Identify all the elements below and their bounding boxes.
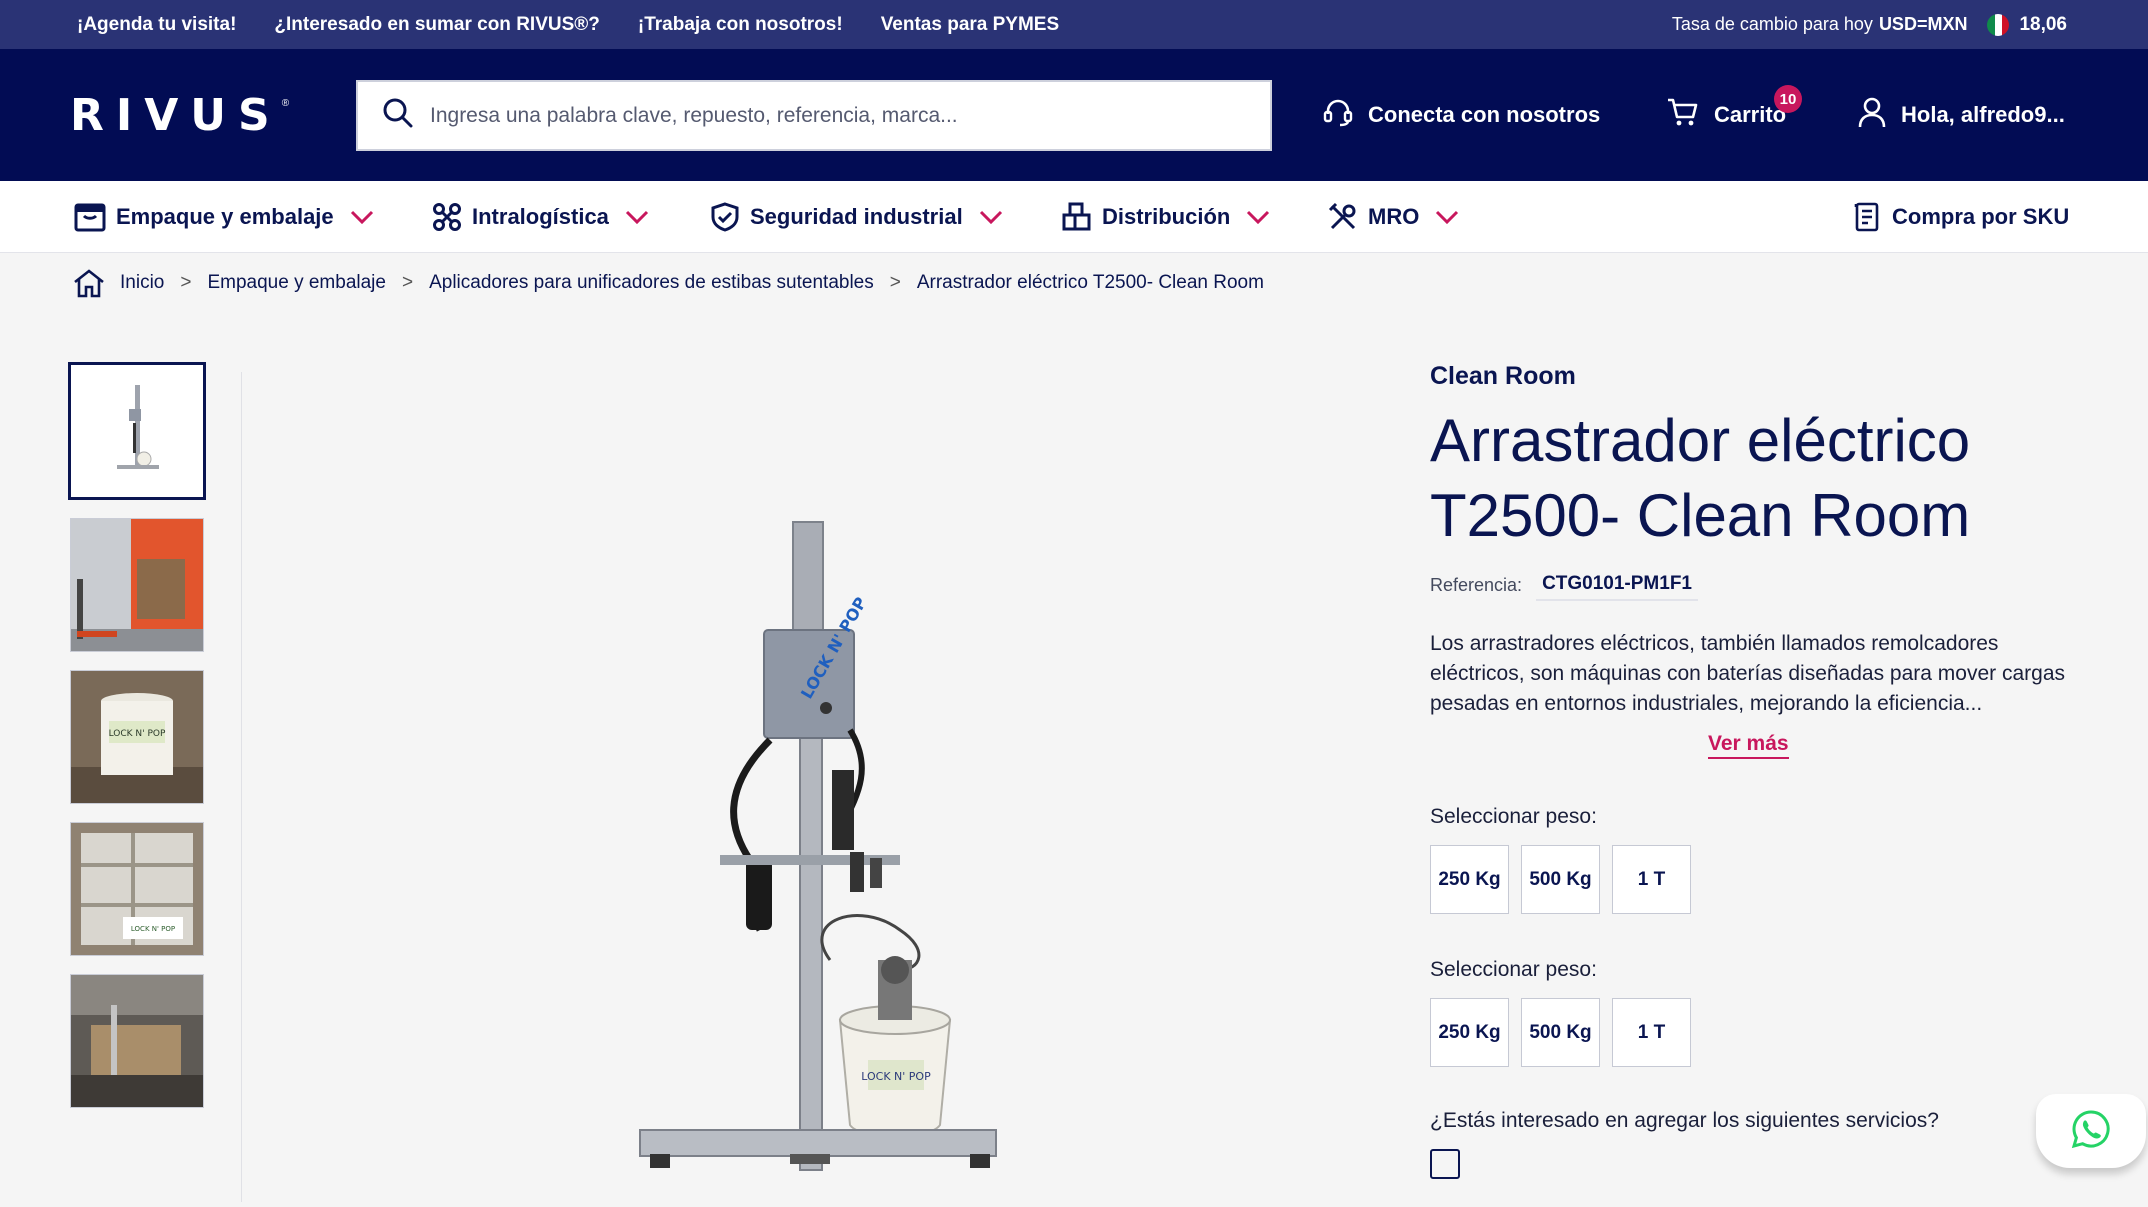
logo-mark: ® [281, 97, 290, 109]
nav-compra-sku[interactable]: Compra por SKU [1854, 181, 2069, 253]
distribution-icon [1062, 202, 1092, 232]
breadcrumb-separator: > [889, 272, 901, 293]
tools-icon [1328, 202, 1358, 232]
breadcrumb-separator: > [180, 272, 192, 293]
reference-code: CTG0101-PM1F1 [1536, 569, 1699, 601]
weight-option-500kg[interactable]: 500 Kg [1521, 998, 1600, 1067]
svg-text:LOCK N' POP: LOCK N' POP [861, 1070, 931, 1083]
user-greeting: Hola, alfredo9... [1901, 102, 2065, 127]
chevron-down-icon [625, 210, 649, 224]
intralogistics-icon [432, 202, 462, 232]
cart-icon [1666, 96, 1714, 134]
nav-intralogistica-label: Intralogística [472, 204, 609, 229]
reference-label: Referencia: [1430, 574, 1523, 595]
nav-mro[interactable]: MRO [1328, 181, 1459, 253]
top-link-pymes[interactable]: Ventas para PYMES [881, 14, 1059, 36]
logo-text: RIVUS [70, 89, 282, 141]
weight-option-250kg[interactable]: 250 Kg [1430, 998, 1509, 1067]
product-info: Clean Room Arrastrador eléctrico T2500- … [1430, 362, 2070, 1179]
thumbnail-5[interactable] [70, 974, 204, 1108]
exchange-rate-value: 18,06 [2019, 13, 2067, 35]
whatsapp-button[interactable] [2036, 1094, 2146, 1168]
connect-label: Conecta con nosotros [1368, 102, 1601, 127]
weight-group-2-label: Seleccionar peso: [1430, 958, 1597, 981]
nav-empaque-label: Empaque y embalaje [116, 204, 334, 229]
user-account-button[interactable]: Hola, alfredo9... [1857, 96, 2065, 134]
top-link-trabaja[interactable]: ¡Trabaja con nosotros! [638, 14, 843, 36]
nav-intralogistica[interactable]: Intralogística [432, 181, 649, 253]
service-checkbox[interactable] [1430, 1149, 1460, 1179]
weight-group-1-options: 250 Kg 500 Kg 1 T [1430, 845, 2070, 914]
weight-option-250kg[interactable]: 250 Kg [1430, 845, 1509, 914]
top-link-sumar[interactable]: ¿Interesado en sumar con RIVUS®? [274, 14, 599, 36]
breadcrumb-aplicadores[interactable]: Aplicadores para unificadores de estibas… [429, 272, 874, 294]
thumbnail-gallery: LOCK N' POP LOCK N' POP [68, 362, 210, 1126]
search-icon[interactable] [382, 97, 414, 134]
connect-button[interactable]: Conecta con nosotros [1322, 98, 1600, 132]
chevron-down-icon [979, 210, 1003, 224]
product-title: Arrastrador eléctrico T2500- Clean Room [1430, 407, 1971, 549]
chevron-down-icon [350, 210, 374, 224]
top-utility-bar: ¡Agenda tu visita! ¿Interesado en sumar … [0, 0, 2148, 49]
ver-mas-link[interactable]: Ver más [1708, 731, 1789, 759]
weight-option-1t[interactable]: 1 T [1612, 998, 1691, 1067]
breadcrumb-separator: > [401, 272, 414, 293]
weight-group-2-options: 250 Kg 500 Kg 1 T [1430, 998, 2070, 1067]
top-link-agenda[interactable]: ¡Agenda tu visita! [77, 14, 236, 36]
nav-distribucion-label: Distribución [1102, 204, 1231, 229]
svg-text:LOCK N' POP: LOCK N' POP [131, 925, 175, 933]
product-description: Los arrastradores eléctricos, también ll… [1430, 632, 2066, 715]
category-nav: Empaque y embalaje Intralogística Seguri… [0, 181, 2148, 253]
headset-icon [1322, 96, 1368, 134]
thumbnail-1[interactable] [68, 362, 206, 500]
chevron-down-icon [1435, 210, 1459, 224]
weight-option-500kg[interactable]: 500 Kg [1521, 845, 1600, 914]
svg-text:LOCK N' POP: LOCK N' POP [109, 729, 166, 739]
cart-button[interactable]: Carrito 10 [1666, 85, 1802, 134]
gallery-divider [241, 372, 242, 1202]
whatsapp-icon [2070, 1108, 2112, 1155]
nav-mro-label: MRO [1368, 204, 1420, 229]
weight-group-1-label: Seleccionar peso: [1430, 805, 1597, 828]
breadcrumb-current: Arrastrador eléctrico T2500- Clean Room [916, 272, 1264, 293]
product-reference: Referencia: CTG0101-PM1F1 [1430, 569, 2070, 601]
nav-seguridad-label: Seguridad industrial [750, 204, 963, 229]
rivus-logo[interactable]: RIVUS ® [70, 89, 290, 141]
exchange-rate-label: Tasa de cambio para hoy [1671, 14, 1873, 34]
cart-count-badge: 10 [1774, 85, 1802, 113]
exchange-rate: Tasa de cambio para hoy USD=MXN 18,06 [1672, 0, 2067, 49]
nav-empaque[interactable]: Empaque y embalaje [74, 181, 374, 253]
breadcrumb-inicio[interactable]: Inicio [120, 272, 164, 294]
search-input[interactable] [430, 103, 1250, 128]
main-header: RIVUS ® Conecta con nosotros Carrito 10 … [0, 49, 2148, 181]
exchange-rate-pair: USD=MXN [1878, 14, 1968, 34]
thumbnail-4[interactable]: LOCK N' POP [70, 822, 204, 956]
sku-list-icon [1854, 201, 1882, 233]
services-question: ¿Estás interesado en agregar los siguien… [1430, 1109, 1939, 1132]
top-links: ¡Agenda tu visita! ¿Interesado en sumar … [0, 14, 1059, 36]
search-box [356, 80, 1272, 151]
shield-icon [710, 202, 740, 232]
mexico-flag-icon [1987, 13, 2010, 36]
breadcrumb: Inicio > Empaque y embalaje > Aplicadore… [72, 266, 1264, 300]
box-icon [74, 202, 106, 232]
nav-seguridad[interactable]: Seguridad industrial [710, 181, 1003, 253]
nav-distribucion[interactable]: Distribución [1062, 181, 1270, 253]
home-icon[interactable] [72, 268, 106, 298]
thumbnail-3[interactable]: LOCK N' POP [70, 670, 204, 804]
thumbnail-2[interactable] [70, 518, 204, 652]
main-product-image[interactable]: LOCK N' POP LOCK N' POP [600, 500, 1060, 1202]
chevron-down-icon [1246, 210, 1270, 224]
nav-compra-sku-label: Compra por SKU [1892, 204, 2070, 229]
product-brand[interactable]: Clean Room [1430, 362, 2070, 391]
breadcrumb-empaque[interactable]: Empaque y embalaje [207, 272, 386, 294]
user-icon [1857, 96, 1901, 134]
weight-option-1t[interactable]: 1 T [1612, 845, 1691, 914]
